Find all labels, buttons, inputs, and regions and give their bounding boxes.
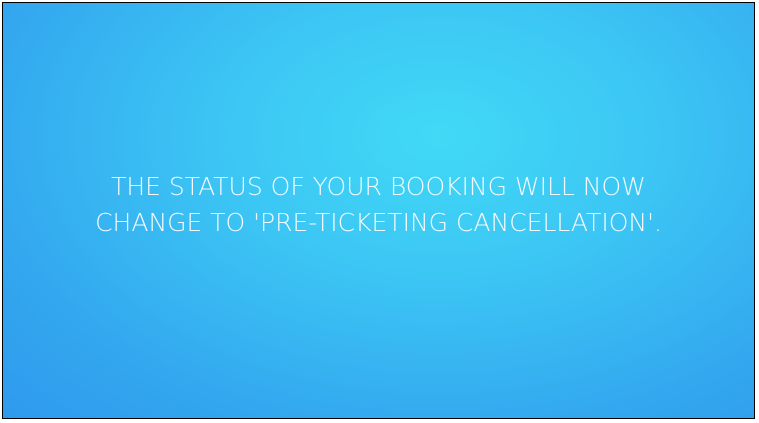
slide-message-line-2: CHANGE TO 'PRE-TICKETING CANCELLATION'. [95,207,662,237]
slide-message-line-1: THE STATUS OF YOUR BOOKING WILL NOW [111,171,646,201]
slide-frame: THE STATUS OF YOUR BOOKING WILL NOW CHAN… [2,2,755,419]
slide-message: THE STATUS OF YOUR BOOKING WILL NOW CHAN… [19,169,739,241]
